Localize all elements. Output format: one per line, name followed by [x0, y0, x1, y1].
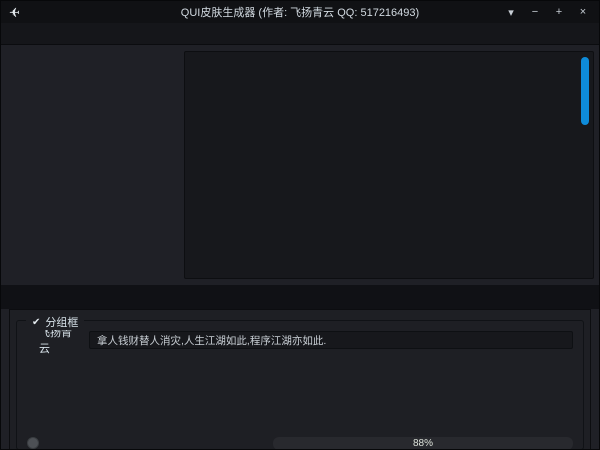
meters-row: 88%	[27, 436, 573, 450]
qss-code-editor[interactable]	[184, 51, 594, 279]
sidebar	[8, 51, 178, 279]
maximize-button[interactable]: +	[547, 1, 571, 23]
motto-input-value: 拿人钱财替人消灾,人生江湖如此,程序江湖亦如此.	[97, 333, 326, 348]
demo-groupbox: ✔ 分组框 飞扬青云 拿人钱财替人消灾,人生江湖如此,程序江湖亦如此.	[16, 320, 584, 450]
value-slider[interactable]	[27, 436, 264, 450]
progress-label: 88%	[273, 437, 573, 450]
groupbox-checkbox-check-icon[interactable]: ✔	[32, 317, 40, 328]
skin-menu-button[interactable]: ▾	[499, 1, 523, 23]
spinners-row	[27, 410, 573, 430]
window-controls: ▾ − + ×	[499, 1, 595, 23]
toggles-row	[27, 358, 573, 376]
minimize-button[interactable]: −	[523, 1, 547, 23]
slider-handle[interactable]	[27, 437, 39, 449]
dialog-buttons-row	[27, 385, 573, 405]
demo-panel: ✔ 分组框 飞扬青云 拿人钱财替人消灾,人生江湖如此,程序江湖亦如此.	[9, 309, 591, 450]
progress-bar: 88%	[273, 437, 573, 450]
slider-track[interactable]	[27, 441, 264, 445]
demo-tab-bar	[1, 285, 600, 309]
close-button[interactable]: ×	[571, 1, 595, 23]
groupbox-title: 分组框	[45, 314, 78, 330]
editor-scrollbar-thumb[interactable]	[581, 57, 589, 125]
main-content	[1, 45, 600, 285]
title-bar[interactable]: ✈ QUI皮肤生成器 (作者: 飞扬青云 QQ: 517216493) ▾ − …	[1, 1, 599, 23]
menu-bar	[1, 23, 599, 45]
app-window: ✈ QUI皮肤生成器 (作者: 飞扬青云 QQ: 517216493) ▾ − …	[0, 0, 600, 450]
groupbox-header[interactable]: ✔ 分组框	[26, 314, 84, 330]
author-row: 飞扬青云 拿人钱财替人消灾,人生江湖如此,程序江湖亦如此.	[27, 331, 573, 349]
motto-input[interactable]: 拿人钱财替人消灾,人生江湖如此,程序江湖亦如此.	[89, 331, 573, 349]
